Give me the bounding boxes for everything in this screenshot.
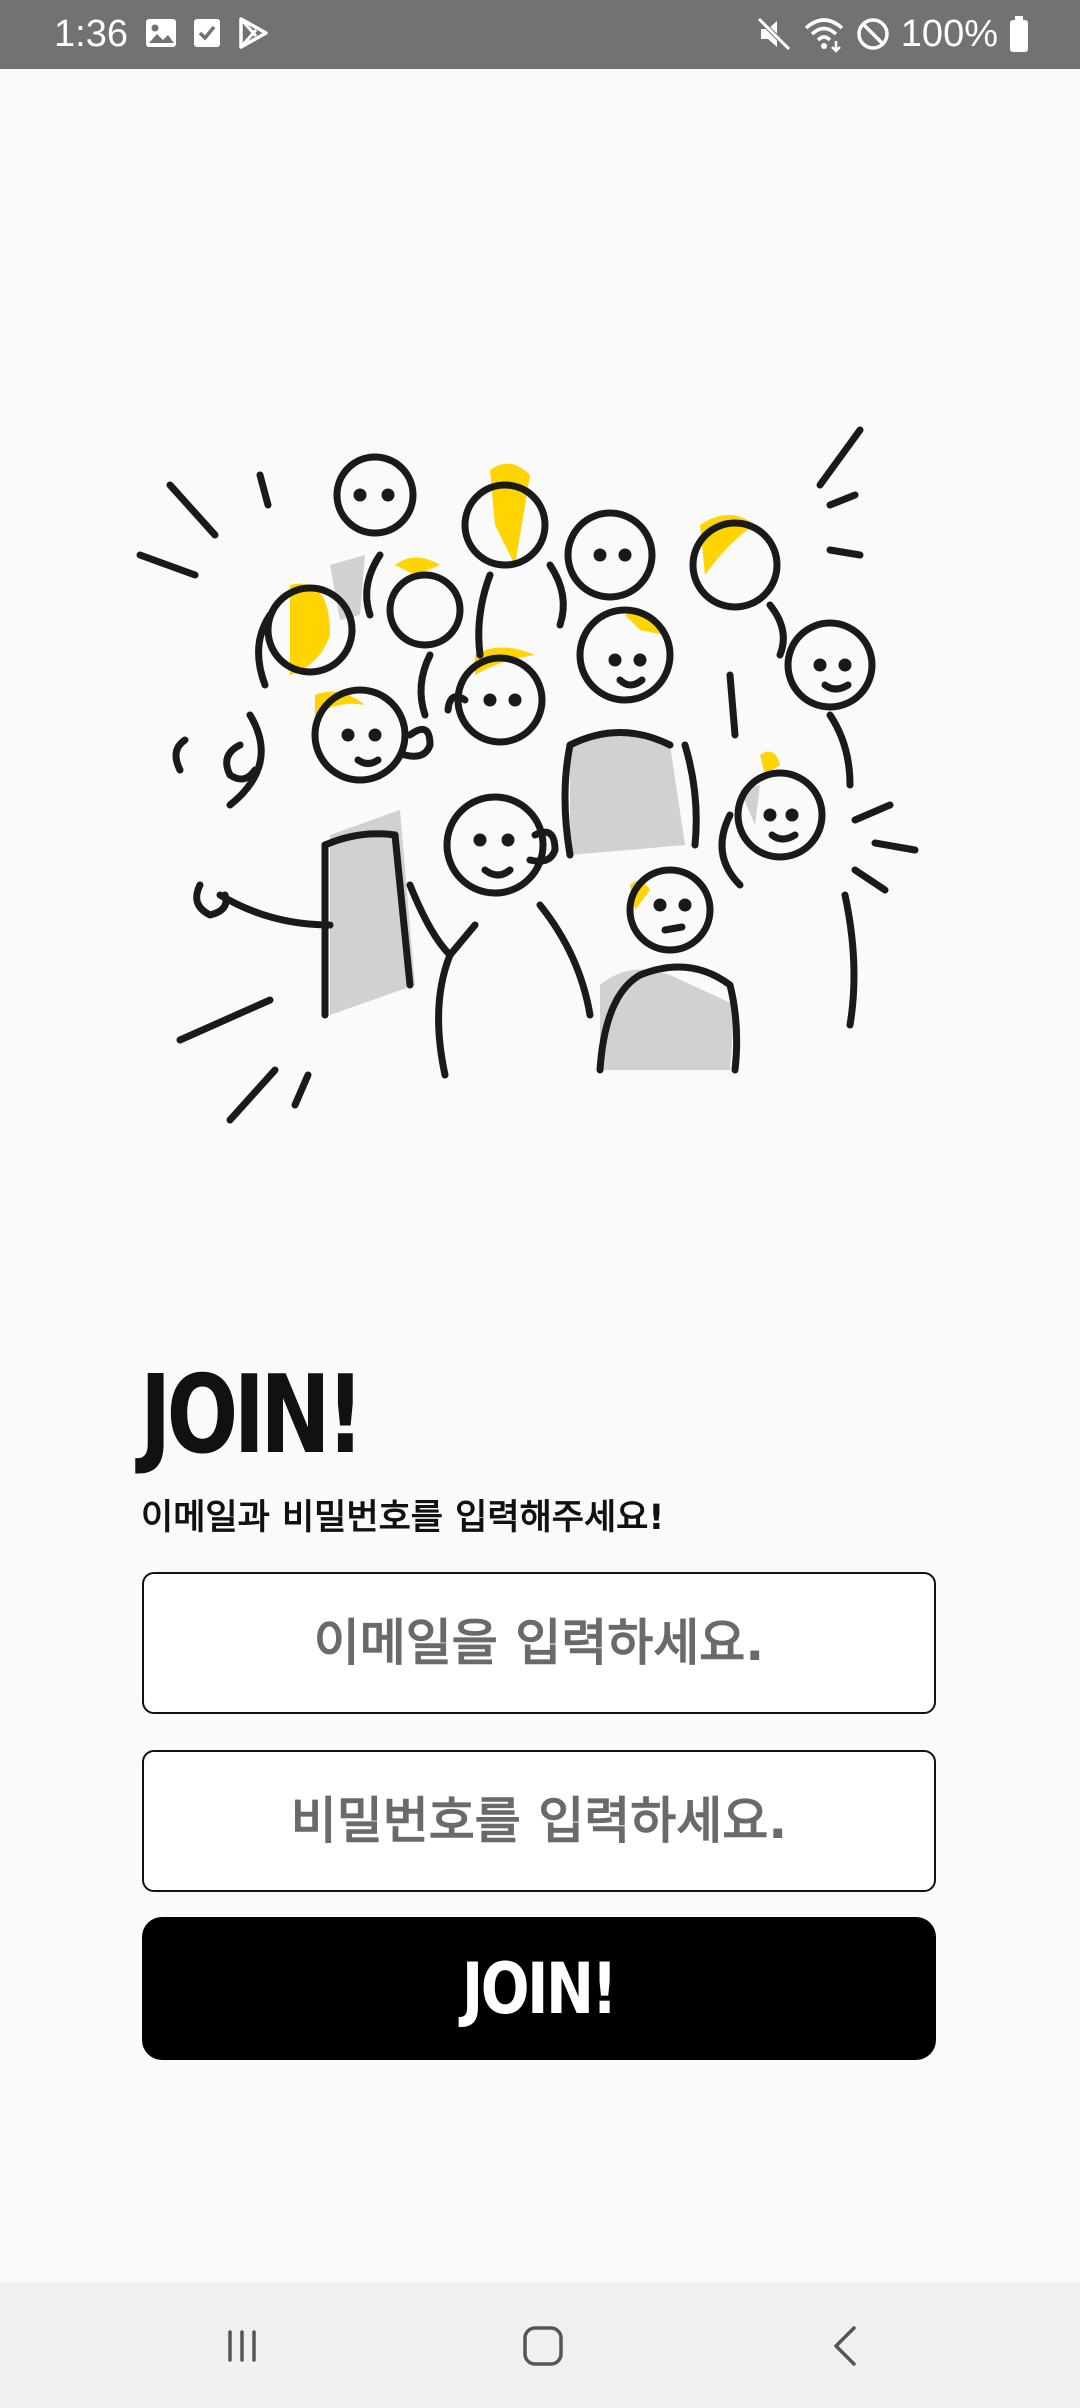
back-icon xyxy=(834,2326,856,2366)
join-button[interactable]: JOIN! xyxy=(142,1917,936,2060)
mute-icon xyxy=(757,17,791,51)
status-notification-icons xyxy=(144,16,270,50)
do-not-disturb-icon xyxy=(857,18,889,50)
back-button[interactable] xyxy=(806,2306,886,2386)
home-button[interactable] xyxy=(503,2306,583,2386)
status-time: 1:36 xyxy=(54,13,128,55)
battery-icon xyxy=(1010,16,1028,52)
checkbox-icon xyxy=(194,19,220,47)
image-icon xyxy=(146,19,176,47)
email-input[interactable] xyxy=(142,1572,936,1714)
page-subtitle: 이메일과 비밀번호를 입력해주세요! xyxy=(141,1498,665,1538)
password-input[interactable] xyxy=(142,1750,936,1892)
recents-button[interactable] xyxy=(202,2306,282,2386)
crowd-illustration xyxy=(136,426,919,1124)
status-system-icons: 100% xyxy=(755,10,1030,58)
navigation-bar xyxy=(0,2282,1080,2408)
status-bar: 1:36 100% xyxy=(0,0,1080,69)
recents-icon xyxy=(228,2330,256,2362)
home-icon xyxy=(523,2326,563,2366)
play-store-icon xyxy=(239,17,268,49)
page-title: JOIN! xyxy=(140,1353,365,1478)
wifi-icon xyxy=(804,18,843,53)
join-button-label: JOIN! xyxy=(462,1947,618,2030)
battery-percentage: 100% xyxy=(900,13,998,55)
